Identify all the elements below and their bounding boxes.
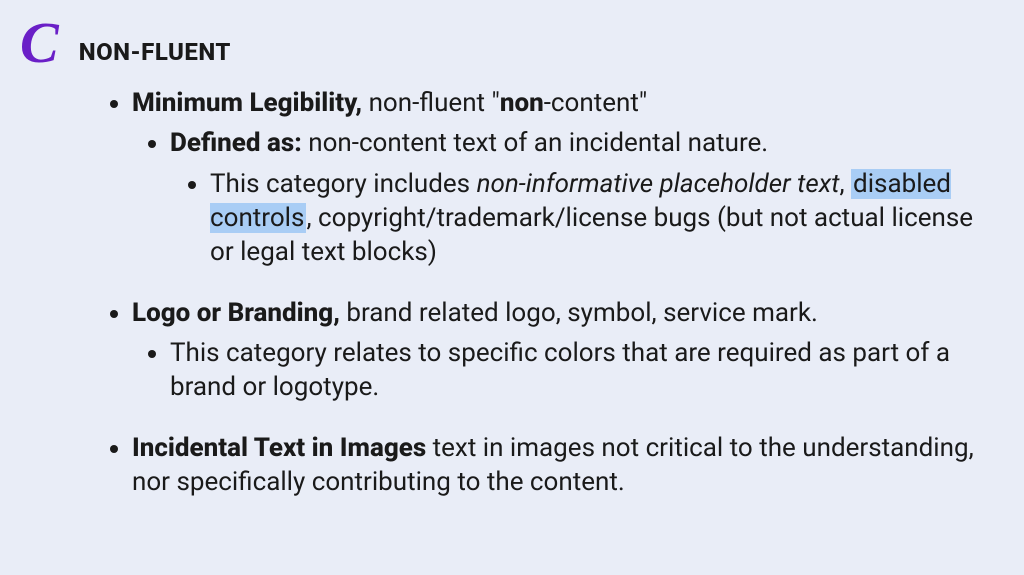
section-title: NON-FLUENT [79, 38, 231, 66]
item-text: , copyright/trademark/license bugs (but … [210, 203, 973, 267]
item-label: Minimum Legibility, [132, 88, 362, 118]
item-label: Logo or Branding, [132, 298, 340, 328]
list-item: Defined as: non-content text of an incid… [170, 126, 994, 269]
item-text: non-content text of an incidental nature… [302, 128, 768, 158]
list-item: Logo or Branding, brand related logo, sy… [132, 296, 994, 405]
item-text: , [839, 169, 851, 199]
item-text: This category includes [210, 169, 477, 199]
item-label: Incidental Text in Images [132, 433, 426, 463]
list-item: Incidental Text in Images text in images… [132, 431, 994, 500]
item-text: non-fluent " [362, 88, 500, 118]
section-letter: C [20, 14, 59, 72]
list-item: This category relates to specific colors… [170, 336, 994, 405]
content-body: Minimum Legibility, non-fluent "non-cont… [20, 86, 994, 499]
item-text: brand related logo, symbol, service mark… [340, 298, 818, 328]
list-item: Minimum Legibility, non-fluent "non-cont… [132, 86, 994, 270]
list-item: This category includes non-informative p… [210, 167, 994, 270]
item-text-emphasis: non-informative placeholder text [477, 169, 840, 199]
item-text: -content" [544, 88, 647, 118]
item-text: This category relates to specific colors… [170, 338, 950, 402]
item-text-bold: non [500, 88, 544, 118]
header: C NON-FLUENT [20, 20, 994, 72]
item-label: Defined as: [170, 128, 302, 158]
